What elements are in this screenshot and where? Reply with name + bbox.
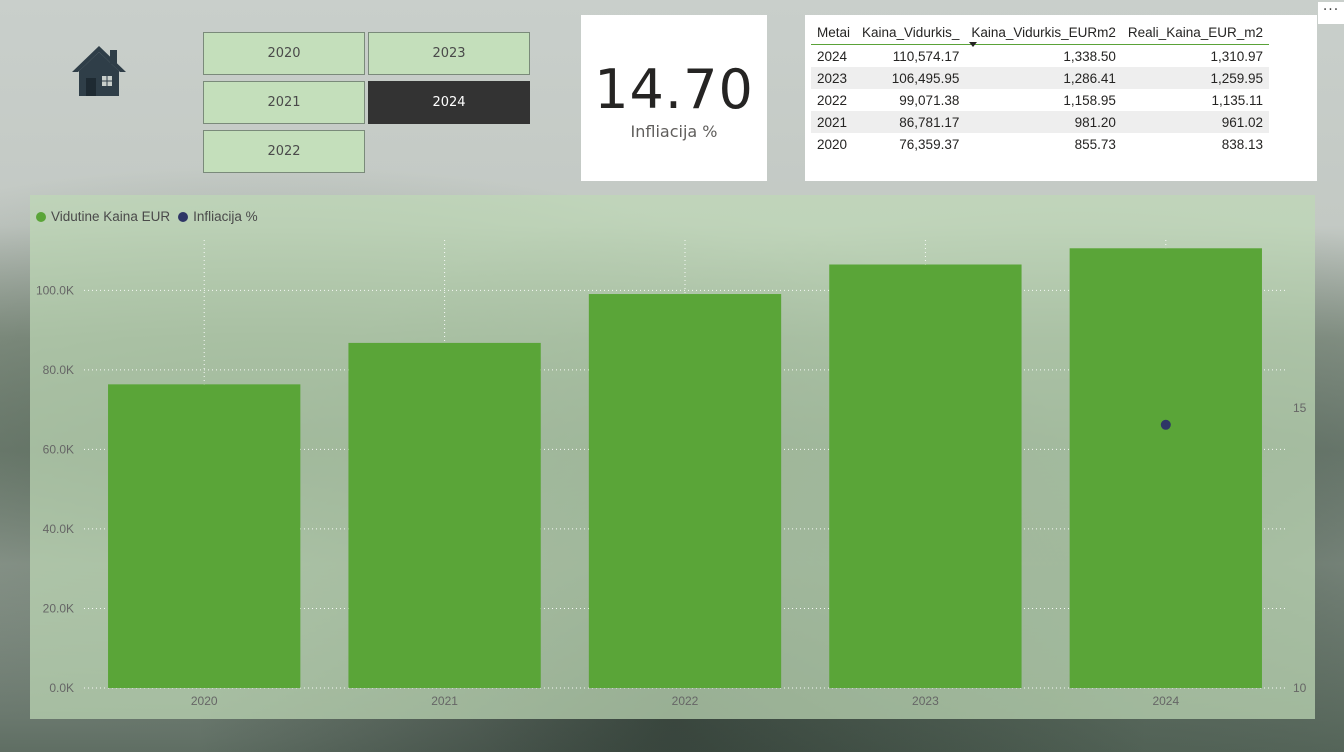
home-icon[interactable]	[70, 44, 128, 98]
cell-real-price-m2: 1,310.97	[1210, 48, 1263, 64]
column-header-kaina-vidurkis[interactable]: Kaina_Vidurkis_	[856, 23, 966, 45]
table-header-row: Metai Kaina_Vidurkis_ Kaina_Vidurkis_EUR…	[811, 23, 1269, 47]
x-tick-label: 2022	[672, 694, 699, 708]
x-tick-label: 2024	[1152, 694, 1179, 708]
y-left-tick-label: 100.0K	[36, 283, 74, 297]
y-right-tick-label: 15	[1293, 401, 1307, 415]
sort-descending-icon	[969, 42, 978, 47]
bar-2023[interactable]	[829, 264, 1022, 688]
slicer-item-2024[interactable]: 2024	[368, 81, 530, 124]
cell-real-price-m2: 838.13	[1221, 136, 1263, 152]
cell-year: 2022	[817, 92, 848, 108]
column-header-kaina-vidurkis-eurm2[interactable]: Kaina_Vidurkis_EURm2	[965, 23, 1122, 47]
y-left-tick-label: 60.0K	[43, 442, 74, 456]
more-options-icon[interactable]: ···	[1318, 2, 1344, 24]
inflation-point-2024[interactable]	[1160, 419, 1171, 430]
bar-2021[interactable]	[348, 342, 541, 688]
cell-year: 2023	[811, 67, 857, 89]
cell-real-price-m2: 961.02	[1121, 111, 1269, 133]
slicer-item-2022[interactable]: 2022	[203, 130, 365, 173]
x-tick-label: 2020	[191, 694, 218, 708]
table-row: 2022 99,071.38 1,158.95 1,135.11	[811, 89, 1269, 111]
cell-year: 2024	[817, 48, 848, 64]
column-header-label: Kaina_Vidurkis_EURm2	[971, 25, 1116, 40]
table-row: 2021 86,781.17 981.20 961.02	[811, 111, 1269, 133]
cell-year: 2021	[811, 111, 857, 133]
cell-price: 106,495.95	[856, 67, 966, 89]
x-tick-label: 2023	[912, 694, 939, 708]
cell-price-m2: 981.20	[965, 111, 1122, 133]
cell-price-m2: 1,338.50	[1063, 48, 1116, 64]
bar-2020[interactable]	[108, 384, 301, 688]
cell-price: 76,359.37	[899, 136, 960, 152]
y-right-tick-label: 10	[1293, 681, 1307, 695]
table-row: 2024 110,574.17 1,338.50 1,310.97	[811, 45, 1269, 68]
cell-year: 2020	[817, 136, 848, 152]
bar-2022[interactable]	[588, 294, 782, 688]
cell-price: 99,071.38	[899, 92, 960, 108]
y-left-tick-label: 0.0K	[49, 681, 74, 695]
slicer-item-2021[interactable]: 2021	[203, 81, 365, 124]
y-left-tick-label: 40.0K	[43, 522, 74, 536]
cell-price: 86,781.17	[856, 111, 966, 133]
cell-price-m2: 855.73	[1074, 136, 1116, 152]
y-left-tick-label: 80.0K	[43, 363, 74, 377]
cell-price-m2: 1,158.95	[1063, 92, 1116, 108]
column-header-metai[interactable]: Metai	[811, 23, 857, 45]
inflation-value: 14.70	[594, 57, 754, 121]
cell-real-price-m2: 1,259.95	[1121, 67, 1269, 89]
inflation-card: 14.70 Infliacija %	[581, 15, 767, 181]
table-row: 2023 106,495.95 1,286.41 1,259.95	[811, 67, 1269, 89]
y-left-tick-label: 20.0K	[43, 601, 74, 615]
combo-chart: Vidutine Kaina EUR Infliacija % 0.0K 20.0…	[30, 195, 1315, 719]
price-table: Metai Kaina_Vidurkis_ Kaina_Vidurkis_EUR…	[805, 15, 1317, 181]
column-header-reali-kaina[interactable]: Reali_Kaina_EUR_m2	[1121, 23, 1269, 45]
inflation-label: Infliacija %	[630, 121, 718, 141]
cell-price: 110,574.17	[892, 48, 960, 64]
x-tick-label: 2021	[431, 694, 458, 708]
cell-real-price-m2: 1,135.11	[1211, 92, 1263, 108]
bar-2024[interactable]	[1069, 248, 1262, 688]
cell-price-m2: 1,286.41	[965, 67, 1122, 89]
table-row: 2020 76,359.37 855.73 838.13	[811, 133, 1269, 155]
slicer-item-2023[interactable]: 2023	[368, 32, 530, 75]
chart-plot: 0.0K 20.0K 40.0K 60.0K 80.0K 100.0K 2020 2021 20…	[36, 240, 1307, 708]
slicer-item-2020[interactable]: 2020	[203, 32, 365, 75]
